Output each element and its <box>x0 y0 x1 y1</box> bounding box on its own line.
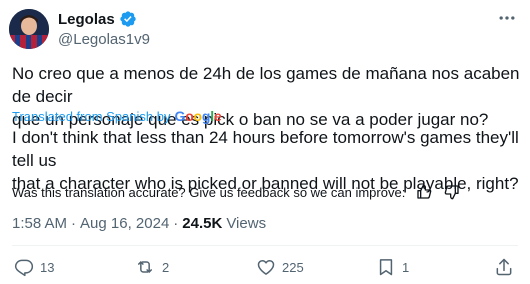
tweet-meta: 1:58 AM · Aug 16, 2024 · 24.5K Views <box>12 215 266 232</box>
avatar-image <box>9 9 49 49</box>
repost-button[interactable]: 2 <box>134 255 169 279</box>
author-display-name[interactable]: Legolas <box>58 11 115 28</box>
tweet-date[interactable]: Aug 16, 2024 <box>80 215 169 232</box>
bookmark-icon <box>379 259 393 276</box>
repost-count: 2 <box>162 259 170 275</box>
thumbs-down-icon[interactable] <box>443 183 461 201</box>
action-bar: 13 2 225 1 <box>0 255 530 279</box>
like-count: 225 <box>282 259 304 275</box>
reply-button[interactable]: 13 <box>14 255 54 279</box>
verified-badge-icon[interactable] <box>119 10 137 28</box>
tweet-time[interactable]: 1:58 AM <box>12 215 67 232</box>
avatar[interactable] <box>9 9 49 49</box>
like-button[interactable]: 225 <box>256 255 304 279</box>
divider <box>12 245 518 246</box>
views-count[interactable]: 24.5K <box>182 215 222 232</box>
share-icon <box>496 258 512 276</box>
translation-attribution[interactable]: Translated from Spanish by Google <box>12 108 222 124</box>
heart-icon <box>257 260 275 275</box>
feedback-prompt: Was this translation accurate? Give us f… <box>12 184 406 200</box>
translation-feedback: Was this translation accurate? Give us f… <box>12 182 461 202</box>
share-button[interactable] <box>494 255 514 279</box>
thumbs-up-icon[interactable] <box>415 183 433 201</box>
reply-icon <box>14 259 34 277</box>
more-icon[interactable] <box>496 8 518 28</box>
reply-count: 13 <box>40 259 55 275</box>
translated-from-label: Translated from Spanish by <box>12 108 171 124</box>
meta-separator: · <box>173 215 179 232</box>
google-logo: Google <box>174 108 222 124</box>
bookmark-button[interactable]: 1 <box>376 255 409 279</box>
repost-icon <box>138 261 152 273</box>
meta-separator: · <box>71 215 77 232</box>
author-handle[interactable]: @Legolas1v9 <box>58 31 150 48</box>
author-name-row: Legolas <box>58 9 137 29</box>
views-label: Views <box>226 215 267 232</box>
tweet-card: Legolas @Legolas1v9 No creo que a menos … <box>0 0 530 284</box>
bookmark-count: 1 <box>402 259 410 275</box>
